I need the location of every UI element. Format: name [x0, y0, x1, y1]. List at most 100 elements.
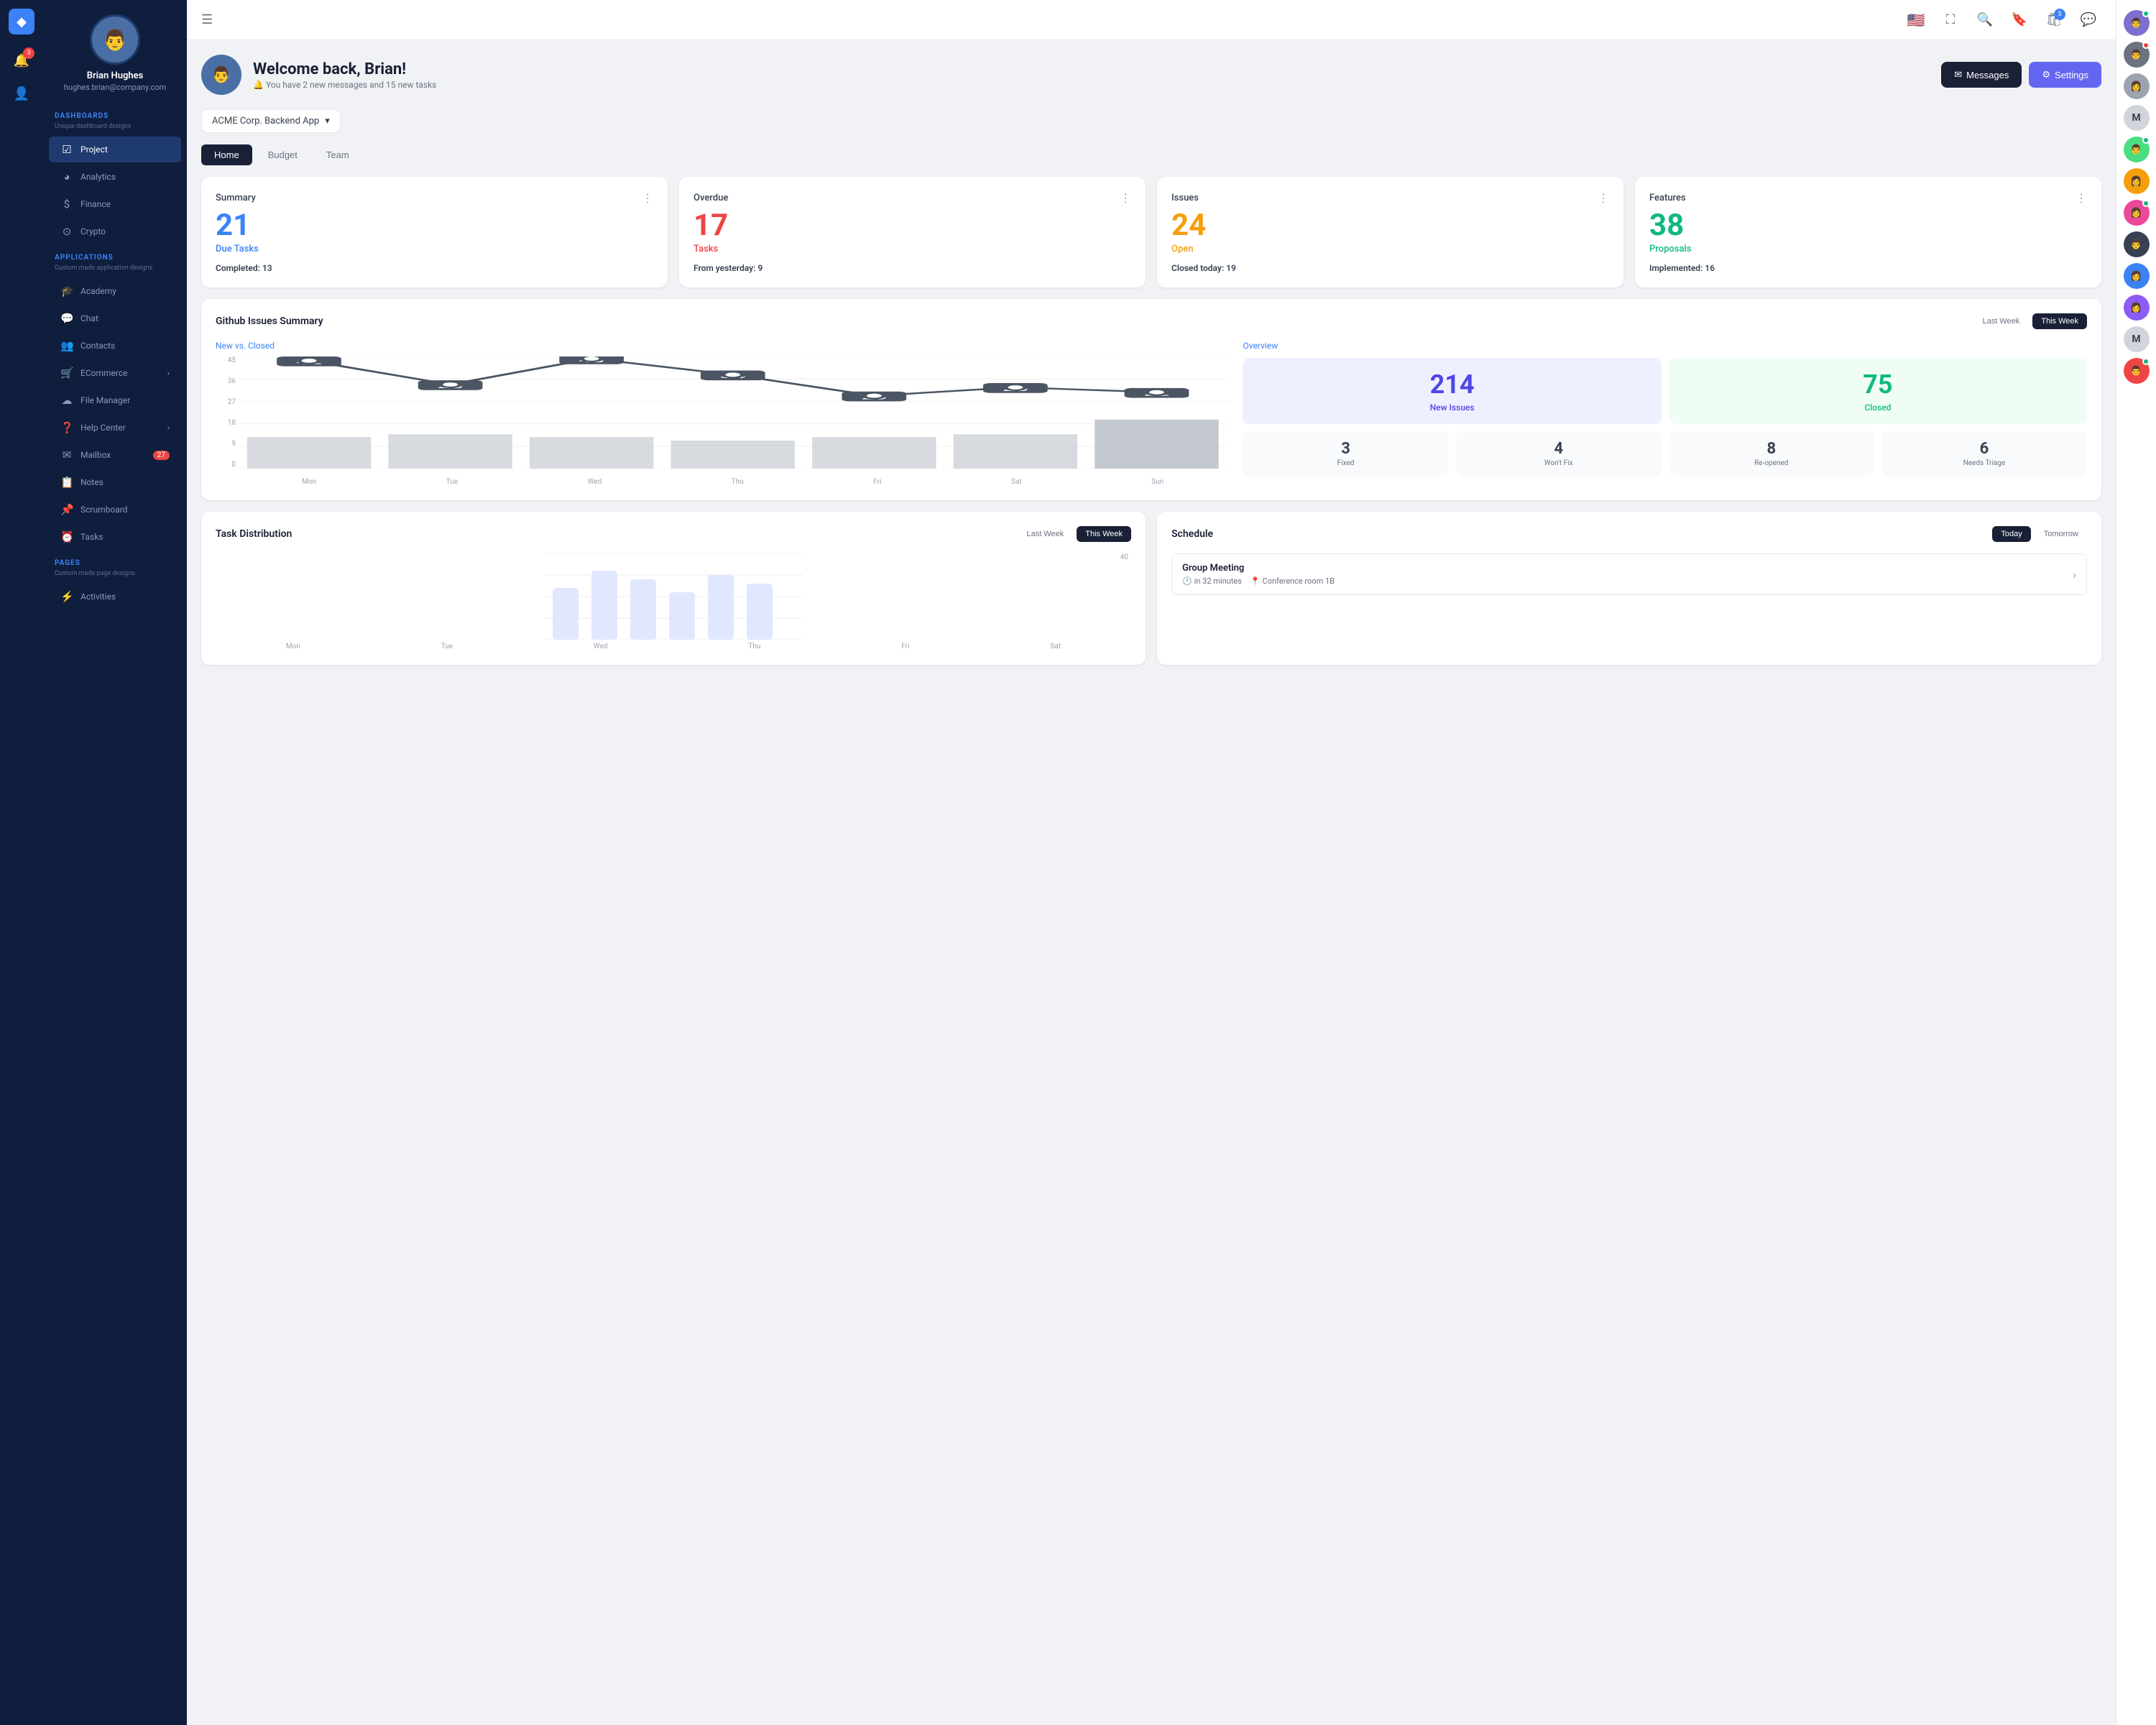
search-icon[interactable]: 🔍 — [1972, 7, 1998, 33]
cart-badge: 5 — [2054, 9, 2065, 20]
sidebar-item-academy[interactable]: 🎓 Academy — [49, 278, 181, 304]
topbar-chat-icon[interactable]: 💬 — [2076, 7, 2101, 33]
wont-fix-number: 4 — [1554, 440, 1563, 458]
applications-section-label: APPLICATIONS — [43, 245, 187, 264]
rp-avatar-8[interactable]: 👩 — [2124, 263, 2150, 289]
features-footer: Implemented: 16 — [1649, 263, 2087, 273]
user-profile-icon[interactable]: 👤 — [7, 79, 36, 108]
project-icon: ☑ — [60, 143, 73, 156]
app-logo[interactable]: ◆ — [9, 9, 34, 34]
github-chart-subtitle: New vs. Closed — [216, 341, 1228, 351]
sidebar-item-file-manager[interactable]: ☁ File Manager — [49, 387, 181, 413]
tab-budget[interactable]: Budget — [255, 144, 310, 165]
topbar: ☰ 🇺🇸 ⛶ 🔍 🔖 🛍 5 💬 — [187, 0, 2116, 40]
scrumboard-icon: 📌 — [60, 503, 73, 516]
overdue-menu-icon[interactable]: ⋮ — [1120, 191, 1131, 205]
chat-icon: 💬 — [60, 312, 73, 325]
hamburger-menu-button[interactable]: ☰ — [201, 12, 213, 27]
github-overview-area: Overview 214 New Issues 75 Closed — [1243, 341, 2087, 486]
meeting-details: Group Meeting 🕐 in 32 minutes 📍 Conferen… — [1182, 563, 1335, 586]
overdue-label: Tasks — [694, 244, 1131, 254]
fullscreen-icon[interactable]: ⛶ — [1938, 7, 1963, 33]
cart-icon[interactable]: 🛍 5 — [2041, 7, 2067, 33]
bookmark-icon[interactable]: 🔖 — [2007, 7, 2032, 33]
main-content: ☰ 🇺🇸 ⛶ 🔍 🔖 🛍 5 💬 👨 Welcome back, Brian! … — [187, 0, 2116, 1725]
meeting-item: Group Meeting 🕐 in 32 minutes 📍 Conferen… — [1171, 553, 2087, 595]
analytics-icon: ◕ — [60, 170, 73, 183]
sidebar-item-crypto[interactable]: ⊙ Crypto — [49, 218, 181, 244]
rp-avatar-1[interactable]: 👨 — [2124, 42, 2150, 68]
welcome-actions: ✉ Messages ⚙ Settings — [1941, 62, 2101, 88]
rp-avatar-0[interactable]: 👨 — [2124, 10, 2150, 36]
sidebar-item-notes[interactable]: 📋 Notes — [49, 469, 181, 495]
github-inner: New vs. Closed — [216, 341, 2087, 486]
rp-avatar-3[interactable]: M — [2124, 105, 2150, 131]
welcome-avatar: 👨 — [201, 55, 241, 95]
tomorrow-button[interactable]: Tomorrow — [2035, 526, 2087, 542]
issues-card: Issues ⋮ 24 Open Closed today: 19 — [1157, 177, 1623, 288]
sidebar-item-finance[interactable]: $ Finance — [49, 191, 181, 217]
rp-avatar-10[interactable]: M — [2124, 326, 2150, 352]
github-svg-chart: 42 28 43 34 20 25 22 — [237, 356, 1228, 469]
location-icon: 📍 — [1250, 576, 1261, 586]
rp-avatar-6[interactable]: 👩 — [2124, 200, 2150, 226]
github-chart-area: New vs. Closed — [216, 341, 1228, 486]
sidebar-item-ecommerce[interactable]: 🛒 ECommerce › — [49, 360, 181, 386]
github-header: Github Issues Summary Last Week This Wee… — [216, 313, 2087, 329]
notifications-icon[interactable]: 🔔 3 — [7, 46, 36, 75]
rp-avatar-2[interactable]: 👩 — [2124, 73, 2150, 99]
sidebar-item-analytics[interactable]: ◕ Analytics — [49, 164, 181, 190]
sidebar-item-mailbox[interactable]: ✉ Mailbox 27 — [49, 442, 181, 468]
today-button[interactable]: Today — [1992, 526, 2030, 542]
project-selector[interactable]: ACME Corp. Backend App ▾ — [201, 109, 341, 133]
features-card: Features ⋮ 38 Proposals Implemented: 16 — [1635, 177, 2101, 288]
rp-avatar-7[interactable]: 👨 — [2124, 231, 2150, 257]
task-this-week-btn[interactable]: This Week — [1077, 526, 1131, 542]
gear-icon: ⚙ — [2042, 69, 2050, 80]
sidebar-item-tasks[interactable]: ⏰ Tasks — [49, 524, 181, 550]
project-name: ACME Corp. Backend App — [212, 116, 319, 126]
task-distribution-card: Task Distribution Last Week This Week 40 — [201, 512, 1146, 665]
rp-avatar-9[interactable]: 👩 — [2124, 295, 2150, 321]
github-mini-stats: 3 Fixed 4 Won't Fix 8 Re-opened — [1243, 431, 2087, 476]
sidebar-item-contacts[interactable]: 👥 Contacts — [49, 333, 181, 359]
online-indicator — [2142, 358, 2150, 365]
overdue-card: Overdue ⋮ 17 Tasks From yesterday: 9 — [679, 177, 1146, 288]
chevron-right-icon: › — [167, 423, 170, 433]
messages-button[interactable]: ✉ Messages — [1941, 62, 2022, 88]
wont-fix-label: Won't Fix — [1544, 459, 1573, 467]
meeting-time: 🕐 in 32 minutes — [1182, 576, 1242, 586]
dashboards-section-label: DASHBOARDS — [43, 104, 187, 123]
task-last-week-btn[interactable]: Last Week — [1018, 526, 1072, 542]
rp-avatar-4[interactable]: 👨 — [2124, 137, 2150, 162]
meeting-chevron-icon[interactable]: › — [2073, 568, 2076, 581]
settings-button[interactable]: ⚙ Settings — [2029, 62, 2101, 88]
schedule-header: Schedule Today Tomorrow — [1171, 526, 2087, 542]
features-number: 38 — [1649, 211, 2087, 241]
closed-number: 75 — [1863, 369, 1892, 400]
github-this-week-btn[interactable]: This Week — [2032, 313, 2087, 329]
rp-avatar-5[interactable]: 👩 — [2124, 168, 2150, 194]
sidebar-item-scrumboard[interactable]: 📌 Scrumboard — [49, 497, 181, 523]
rp-avatar-11[interactable]: 👨 — [2124, 358, 2150, 384]
issues-menu-icon[interactable]: ⋮ — [1598, 191, 1609, 205]
task-distribution-header: Task Distribution Last Week This Week — [216, 526, 1131, 542]
sidebar-item-activities[interactable]: ⚡ Activities — [49, 584, 181, 610]
flag-icon[interactable]: 🇺🇸 — [1903, 7, 1929, 33]
issues-number: 24 — [1171, 211, 1609, 241]
sidebar-item-help-center[interactable]: ❓ Help Center › — [49, 415, 181, 441]
schedule-title: Schedule — [1171, 528, 1213, 540]
sidebar-item-chat[interactable]: 💬 Chat — [49, 305, 181, 331]
summary-menu-icon[interactable]: ⋮ — [642, 191, 653, 205]
github-last-week-btn[interactable]: Last Week — [1973, 313, 2028, 329]
tab-team[interactable]: Team — [313, 144, 362, 165]
envelope-icon: ✉ — [1954, 69, 1962, 80]
notifications-badge: 3 — [23, 47, 34, 59]
sidebar-item-label: Chat — [80, 313, 98, 323]
summary-title: Summary — [216, 193, 256, 203]
tab-home[interactable]: Home — [201, 144, 252, 165]
github-week-toggle: Last Week This Week — [1973, 313, 2087, 329]
features-menu-icon[interactable]: ⋮ — [2076, 191, 2087, 205]
sidebar-item-label: Scrumboard — [80, 505, 127, 515]
sidebar-item-project[interactable]: ☑ Project — [49, 137, 181, 162]
